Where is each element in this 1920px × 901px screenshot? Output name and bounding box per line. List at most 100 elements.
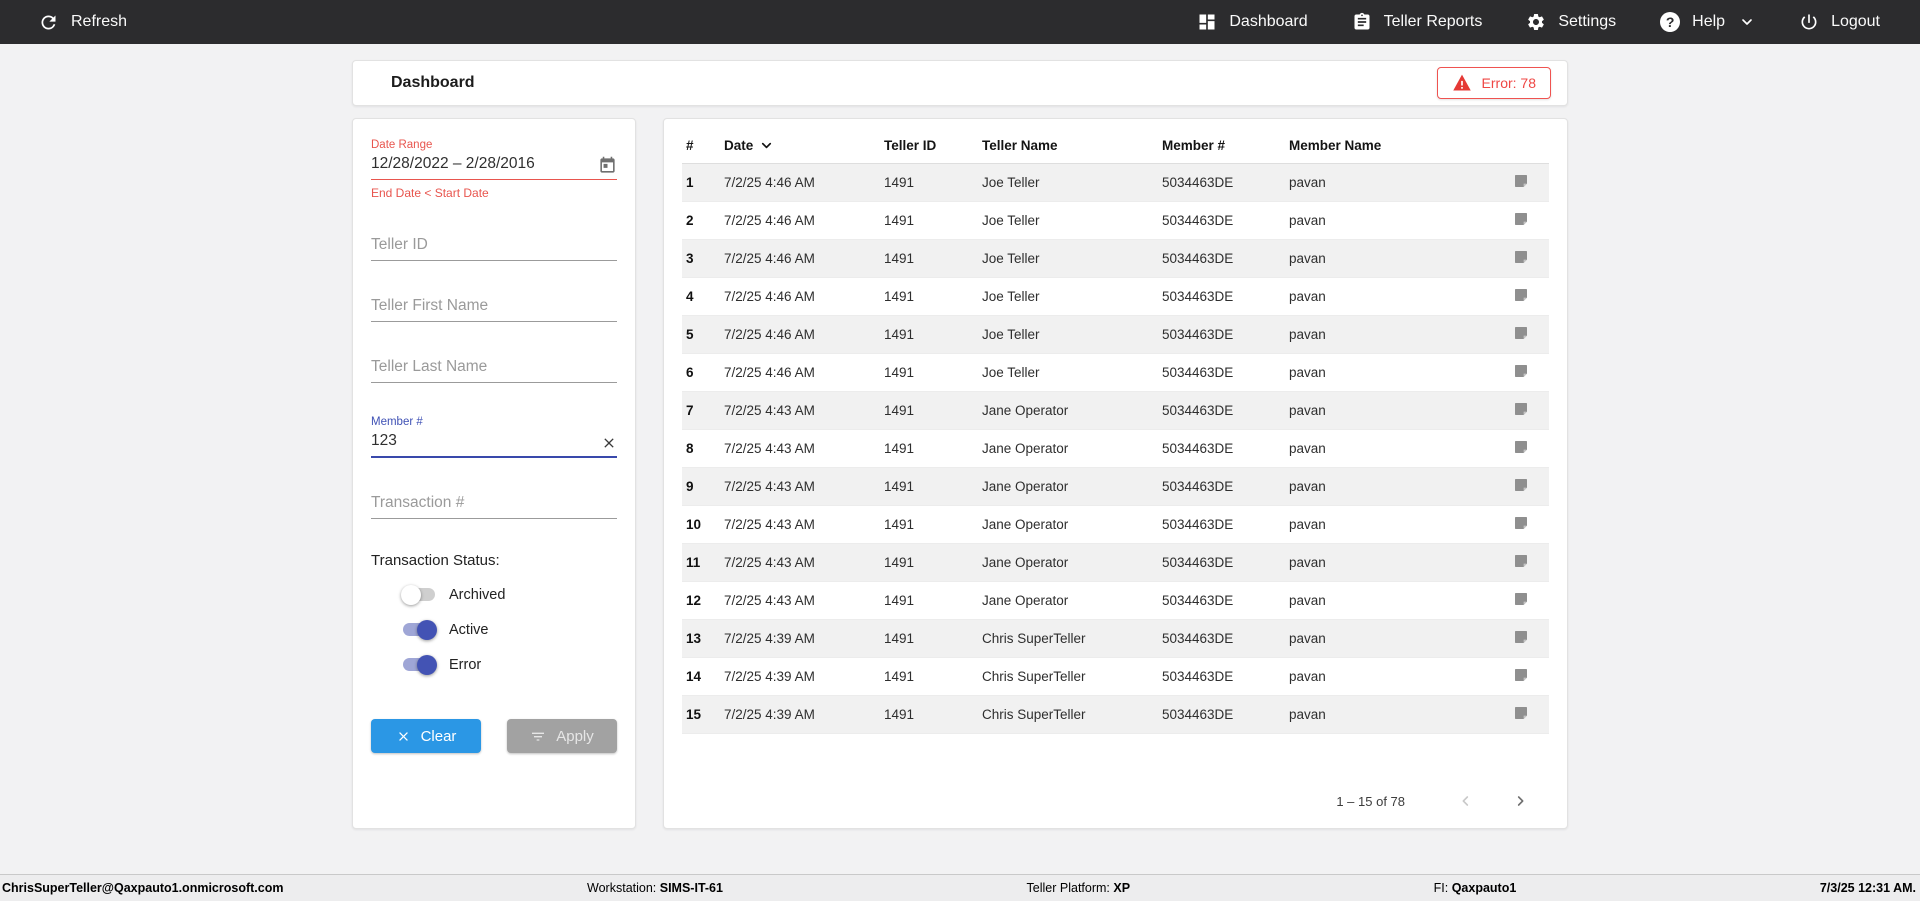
table-row[interactable]: 15 7/2/25 4:39 AM 1491 Chris SuperTeller… [682, 695, 1549, 734]
table-row[interactable]: 10 7/2/25 4:43 AM 1491 Jane Operator 503… [682, 506, 1549, 544]
note-icon[interactable] [1512, 400, 1530, 421]
teller-last-name-input[interactable] [371, 355, 617, 382]
row-number-cell: 6 [686, 365, 694, 380]
teller-name-cell: Jane Operator [982, 517, 1069, 532]
nav-help[interactable]: ? Help [1660, 12, 1755, 32]
toggle-error-label: Error [449, 657, 482, 673]
note-icon[interactable] [1512, 210, 1530, 231]
filter-panel: Date Range End Date < Start Date [352, 118, 636, 829]
column-header-member-name[interactable]: Member Name [1285, 127, 1493, 164]
table-row[interactable]: 3 7/2/25 4:46 AM 1491 Joe Teller 5034463… [682, 239, 1549, 278]
nav-logout[interactable]: Logout [1799, 12, 1880, 32]
column-header-member-number[interactable]: Member # [1158, 127, 1285, 164]
row-number-cell: 10 [686, 517, 702, 532]
note-icon[interactable] [1512, 514, 1530, 535]
teller-name-cell: Chris SuperTeller [982, 669, 1086, 684]
member-name-cell: pavan [1289, 631, 1326, 646]
nav-settings-label: Settings [1558, 13, 1617, 30]
toggle-archived[interactable]: Archived [401, 585, 617, 605]
status-toggles: Archived Active Error [371, 585, 617, 675]
column-header-note [1493, 127, 1549, 164]
note-icon[interactable] [1512, 172, 1530, 193]
teller-first-name-input[interactable] [371, 294, 617, 321]
dashboard-icon [1197, 12, 1217, 32]
note-icon[interactable] [1512, 438, 1530, 459]
note-icon[interactable] [1512, 666, 1530, 687]
table-row[interactable]: 7 7/2/25 4:43 AM 1491 Jane Operator 5034… [682, 391, 1549, 430]
column-header-teller-id[interactable]: Teller ID [880, 127, 978, 164]
nav-settings[interactable]: Settings [1526, 12, 1616, 32]
note-icon[interactable] [1512, 286, 1530, 307]
teller-id-cell: 1491 [884, 403, 915, 418]
member-number-input[interactable] [371, 429, 601, 456]
footer-workstation: Workstation: SIMS-IT-61 [587, 881, 723, 895]
date-range-input[interactable] [371, 152, 598, 179]
member-name-cell: pavan [1289, 593, 1326, 608]
pagination-next-button[interactable] [1503, 786, 1537, 816]
note-icon[interactable] [1512, 590, 1530, 611]
member-number-cell: 5034463DE [1162, 593, 1234, 608]
column-header-number[interactable]: # [682, 127, 720, 164]
clear-button[interactable]: Clear [371, 719, 481, 753]
teller-name-cell: Jane Operator [982, 403, 1069, 418]
gear-icon [1526, 12, 1546, 32]
row-number-cell: 4 [686, 289, 694, 304]
row-number-cell: 11 [686, 555, 701, 570]
teller-id-input[interactable] [371, 233, 617, 260]
nav-teller-reports[interactable]: Teller Reports [1352, 12, 1482, 32]
nav-dashboard[interactable]: Dashboard [1197, 12, 1308, 32]
toggle-active[interactable]: Active [401, 620, 617, 640]
table-row[interactable]: 4 7/2/25 4:46 AM 1491 Joe Teller 5034463… [682, 278, 1549, 316]
table-row[interactable]: 13 7/2/25 4:39 AM 1491 Chris SuperTeller… [682, 619, 1549, 658]
date-cell: 7/2/25 4:46 AM [724, 365, 815, 380]
table-row[interactable]: 2 7/2/25 4:46 AM 1491 Joe Teller 5034463… [682, 202, 1549, 240]
table-row[interactable]: 8 7/2/25 4:43 AM 1491 Jane Operator 5034… [682, 430, 1549, 468]
column-header-date[interactable]: Date [720, 127, 880, 164]
note-icon[interactable] [1512, 324, 1530, 345]
table-row[interactable]: 9 7/2/25 4:43 AM 1491 Jane Operator 5034… [682, 467, 1549, 506]
clear-field-icon[interactable] [601, 435, 617, 451]
column-header-teller-name[interactable]: Teller Name [978, 127, 1158, 164]
member-number-cell: 5034463DE [1162, 175, 1234, 190]
member-number-cell: 5034463DE [1162, 669, 1234, 684]
table-row[interactable]: 6 7/2/25 4:46 AM 1491 Joe Teller 5034463… [682, 354, 1549, 392]
member-name-cell: pavan [1289, 365, 1326, 380]
calendar-icon[interactable] [598, 156, 617, 175]
refresh-button[interactable]: Refresh [38, 12, 127, 33]
teller-id-cell: 1491 [884, 213, 915, 228]
table-row[interactable]: 12 7/2/25 4:43 AM 1491 Jane Operator 503… [682, 582, 1549, 620]
note-icon[interactable] [1512, 552, 1530, 573]
date-cell: 7/2/25 4:43 AM [724, 441, 815, 456]
archived-switch[interactable] [401, 585, 437, 605]
table-body: 1 7/2/25 4:46 AM 1491 Joe Teller 5034463… [682, 163, 1549, 734]
date-cell: 7/2/25 4:46 AM [724, 213, 815, 228]
top-navigation-bar: Refresh Dashboard Teller Reports Setting… [0, 0, 1920, 44]
member-number-cell: 5034463DE [1162, 707, 1234, 722]
footer-user: ChrisSuperTeller@Qaxpauto1.onmicrosoft.c… [2, 881, 284, 895]
table-row[interactable]: 1 7/2/25 4:46 AM 1491 Joe Teller 5034463… [682, 163, 1549, 202]
apply-button[interactable]: Apply [507, 719, 617, 753]
chevron-down-icon [1739, 14, 1755, 30]
active-switch[interactable] [401, 620, 437, 640]
toggle-error[interactable]: Error [401, 655, 617, 675]
clipboard-icon [1352, 12, 1372, 32]
error-count-badge[interactable]: Error: 78 [1436, 67, 1551, 99]
note-icon[interactable] [1512, 476, 1530, 497]
date-range-error: End Date < Start Date [371, 186, 489, 200]
note-icon[interactable] [1512, 248, 1530, 269]
table-row[interactable]: 11 7/2/25 4:43 AM 1491 Jane Operator 503… [682, 543, 1549, 582]
table-row[interactable]: 5 7/2/25 4:46 AM 1491 Joe Teller 5034463… [682, 315, 1549, 354]
note-icon[interactable] [1512, 628, 1530, 649]
transaction-number-input[interactable] [371, 491, 617, 518]
teller-first-name-field [371, 294, 617, 322]
row-number-cell: 15 [686, 707, 702, 722]
table-row[interactable]: 14 7/2/25 4:39 AM 1491 Chris SuperTeller… [682, 658, 1549, 696]
pagination-prev-button[interactable] [1449, 786, 1483, 816]
teller-name-cell: Jane Operator [982, 593, 1069, 608]
footer-datetime: 7/3/25 12:31 AM. [1819, 881, 1916, 895]
note-icon[interactable] [1512, 362, 1530, 383]
row-number-cell: 8 [686, 441, 694, 456]
note-icon[interactable] [1512, 704, 1530, 725]
teller-name-cell: Joe Teller [982, 365, 1040, 380]
error-switch[interactable] [401, 655, 437, 675]
